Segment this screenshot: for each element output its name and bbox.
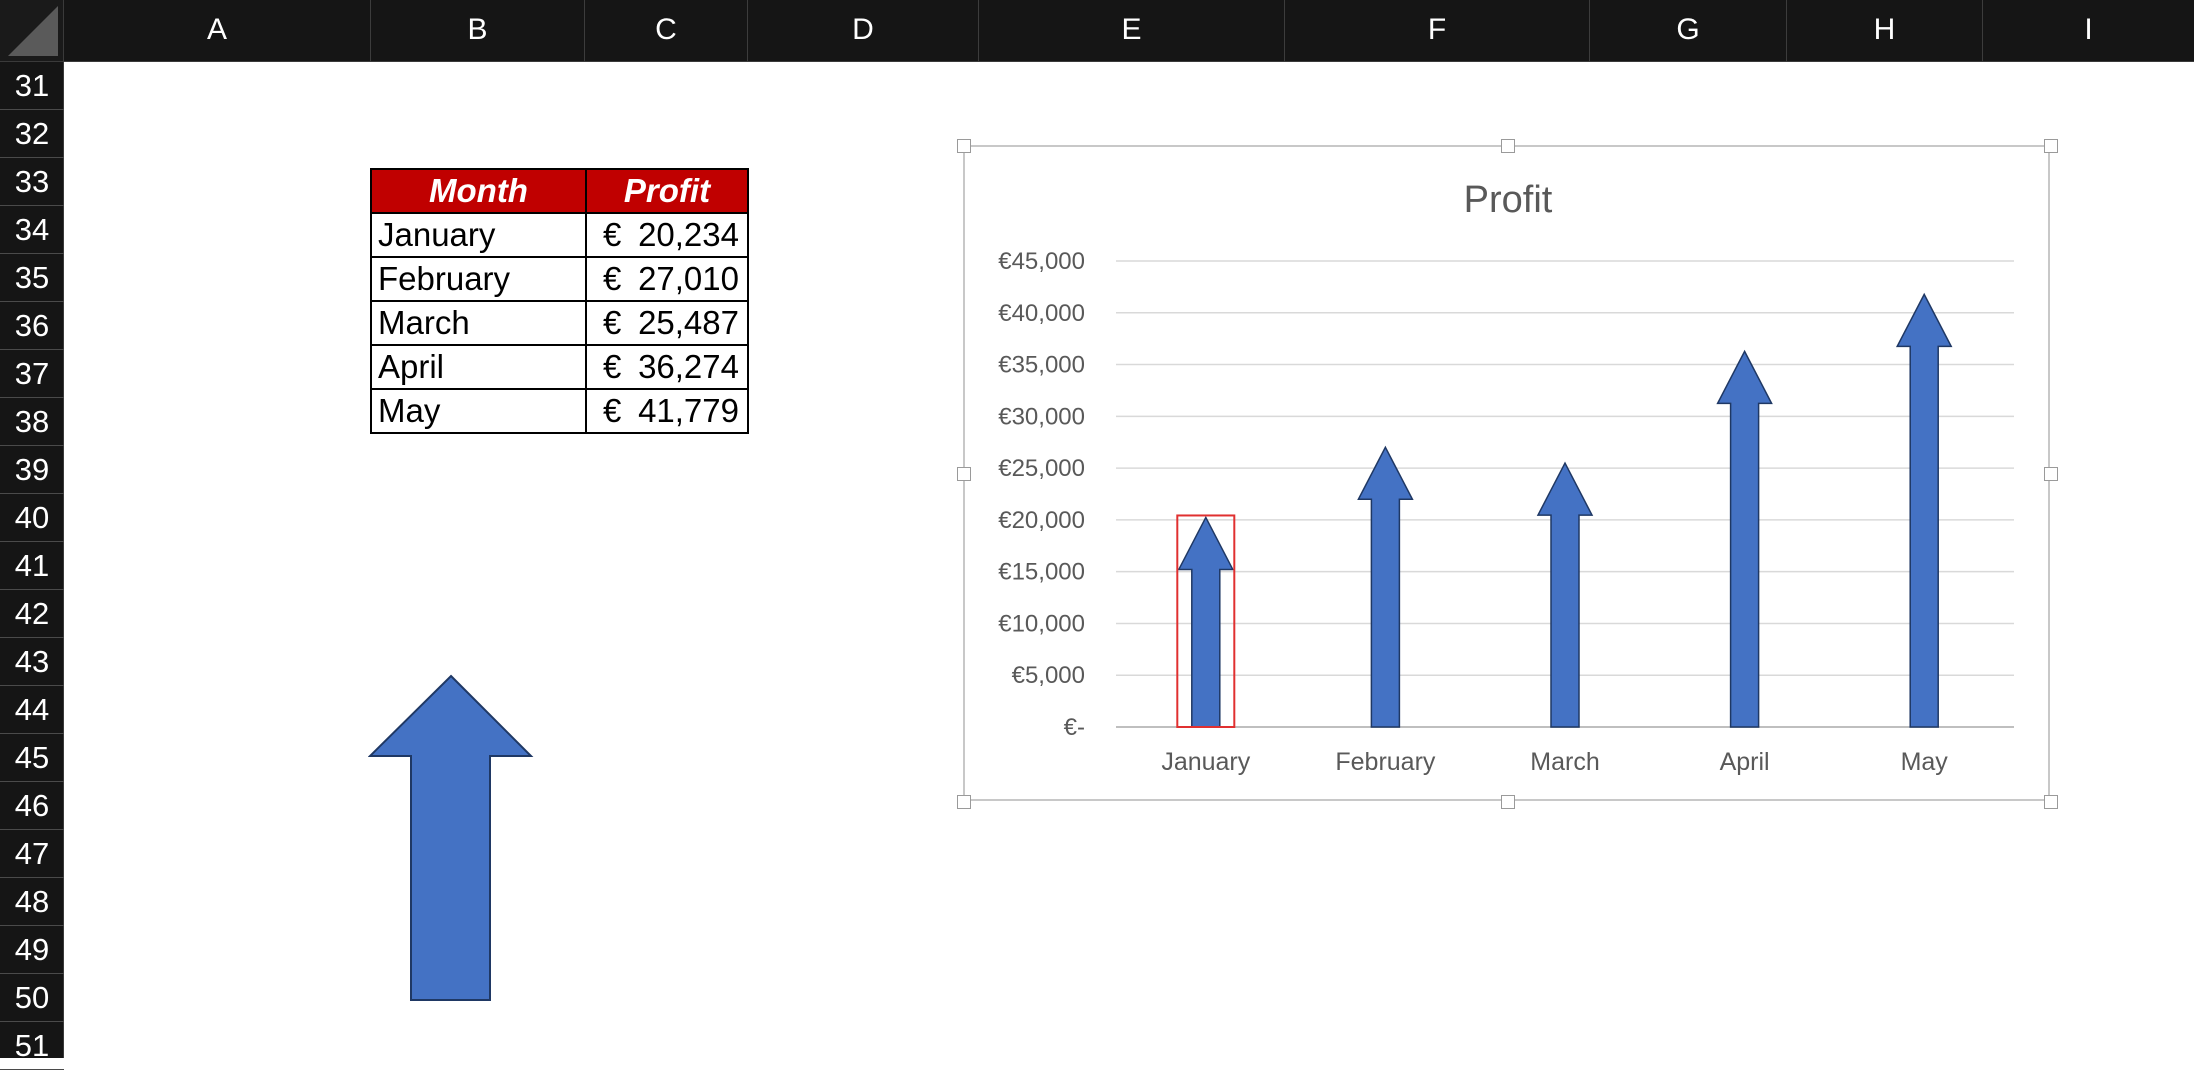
table-row: March €25,487: [370, 300, 749, 346]
cell-profit[interactable]: €36,274: [585, 344, 749, 390]
y-tick-label: €-: [1064, 714, 1085, 741]
profit-table: Month Profit January €20,234 February €27,0…: [370, 168, 749, 434]
bar-february[interactable]: [1357, 445, 1414, 728]
cell-month[interactable]: March: [370, 300, 587, 346]
resize-handle-top-left[interactable]: [957, 139, 971, 153]
profit-amount: 41,779: [638, 392, 739, 429]
resize-handle-top[interactable]: [1501, 139, 1515, 153]
resize-handle-top-right[interactable]: [2044, 139, 2058, 153]
cell-profit[interactable]: €25,487: [585, 300, 749, 346]
chart-object[interactable]: Profit €- €5,000 €10,000 €15,000 €20,000 €25,0…: [957, 139, 2058, 809]
resize-handle-right[interactable]: [2044, 467, 2058, 481]
column-header-a[interactable]: A: [64, 0, 371, 62]
row-header-33[interactable]: 33: [0, 158, 64, 206]
y-tick-label: €25,000: [998, 455, 1085, 482]
row-header-31[interactable]: 31: [0, 62, 64, 110]
column-header-g[interactable]: G: [1590, 0, 1787, 62]
row-header-38[interactable]: 38: [0, 398, 64, 446]
column-header-b[interactable]: B: [371, 0, 585, 62]
cell-month[interactable]: February: [370, 256, 587, 302]
row-header-39[interactable]: 39: [0, 446, 64, 494]
x-tick-label: February: [1335, 748, 1436, 776]
row-header-42[interactable]: 42: [0, 590, 64, 638]
row-header-45[interactable]: 45: [0, 734, 64, 782]
x-tick-label: March: [1530, 748, 1599, 776]
profit-amount: 20,234: [638, 216, 739, 253]
y-tick-label: €10,000: [998, 610, 1085, 637]
currency-symbol: €: [603, 348, 622, 385]
y-tick-label: €45,000: [998, 248, 1085, 275]
column-header-f[interactable]: F: [1285, 0, 1590, 62]
bar-may[interactable]: [1895, 292, 1953, 728]
column-header-h[interactable]: H: [1787, 0, 1983, 62]
table-header-row: Month Profit: [370, 168, 749, 214]
currency-symbol: €: [603, 216, 622, 253]
cell-profit[interactable]: €20,234: [585, 212, 749, 258]
row-header-50[interactable]: 50: [0, 974, 64, 1022]
row-header-49[interactable]: 49: [0, 926, 64, 974]
row-header-43[interactable]: 43: [0, 638, 64, 686]
row-header-40[interactable]: 40: [0, 494, 64, 542]
x-tick-label: January: [1161, 748, 1250, 776]
row-header-36[interactable]: 36: [0, 302, 64, 350]
arrow-up-icon[interactable]: [368, 674, 534, 1001]
row-headers: 31 32 33 34 35 36 37 38 39 40 41 42 43 44 45 46 47 48 49 50…: [0, 62, 64, 1070]
x-tick-label: May: [1901, 748, 1949, 776]
cell-month[interactable]: April: [370, 344, 587, 390]
profit-amount: 27,010: [638, 260, 739, 297]
column-header-d[interactable]: D: [748, 0, 979, 62]
row-header-32[interactable]: 32: [0, 110, 64, 158]
header-month[interactable]: Month: [370, 168, 587, 214]
column-header-e[interactable]: E: [979, 0, 1285, 62]
profit-amount: 36,274: [638, 348, 739, 385]
column-header-c[interactable]: C: [585, 0, 748, 62]
profit-chart[interactable]: Profit €- €5,000 €10,000 €15,000 €20,000 €25,0…: [965, 147, 2052, 803]
row-header-44[interactable]: 44: [0, 686, 64, 734]
bar-march[interactable]: [1536, 461, 1594, 728]
profit-amount: 25,487: [638, 304, 739, 341]
row-header-34[interactable]: 34: [0, 206, 64, 254]
column-headers: ABCDEFGHI: [64, 0, 2194, 62]
cell-month[interactable]: January: [370, 212, 587, 258]
table-row: January €20,234: [370, 212, 749, 258]
table-row: February €27,010: [370, 256, 749, 302]
resize-handle-bottom-left[interactable]: [957, 795, 971, 809]
y-tick-label: €15,000: [998, 559, 1085, 586]
row-header-41[interactable]: 41: [0, 542, 64, 590]
row-header-47[interactable]: 47: [0, 830, 64, 878]
arrow-shape[interactable]: [368, 674, 534, 1004]
row-header-46[interactable]: 46: [0, 782, 64, 830]
column-header-i[interactable]: I: [1983, 0, 2194, 62]
chart-title[interactable]: Profit: [1464, 179, 1553, 221]
table-row: May €41,779: [370, 388, 749, 434]
resize-handle-bottom[interactable]: [1501, 795, 1515, 809]
table-row: April €36,274: [370, 344, 749, 390]
header-profit[interactable]: Profit: [585, 168, 749, 214]
resize-handle-bottom-right[interactable]: [2044, 795, 2058, 809]
y-tick-label: €30,000: [998, 403, 1085, 430]
select-all-corner[interactable]: [0, 0, 64, 62]
currency-symbol: €: [603, 304, 622, 341]
y-tick-label: €35,000: [998, 352, 1085, 379]
y-tick-label: €20,000: [998, 507, 1085, 534]
bar-april[interactable]: [1716, 349, 1773, 728]
cell-profit[interactable]: €41,779: [585, 388, 749, 434]
currency-symbol: €: [603, 260, 622, 297]
row-header-35[interactable]: 35: [0, 254, 64, 302]
y-tick-label: €5,000: [1012, 662, 1085, 689]
resize-handle-left[interactable]: [957, 467, 971, 481]
currency-symbol: €: [603, 392, 622, 429]
row-header-51[interactable]: 51: [0, 1022, 64, 1070]
cell-month[interactable]: May: [370, 388, 587, 434]
bar-january[interactable]: [1177, 515, 1235, 728]
cell-profit[interactable]: €27,010: [585, 256, 749, 302]
y-tick-label: €40,000: [998, 300, 1085, 327]
x-tick-label: April: [1720, 748, 1770, 776]
row-header-48[interactable]: 48: [0, 878, 64, 926]
row-header-37[interactable]: 37: [0, 350, 64, 398]
